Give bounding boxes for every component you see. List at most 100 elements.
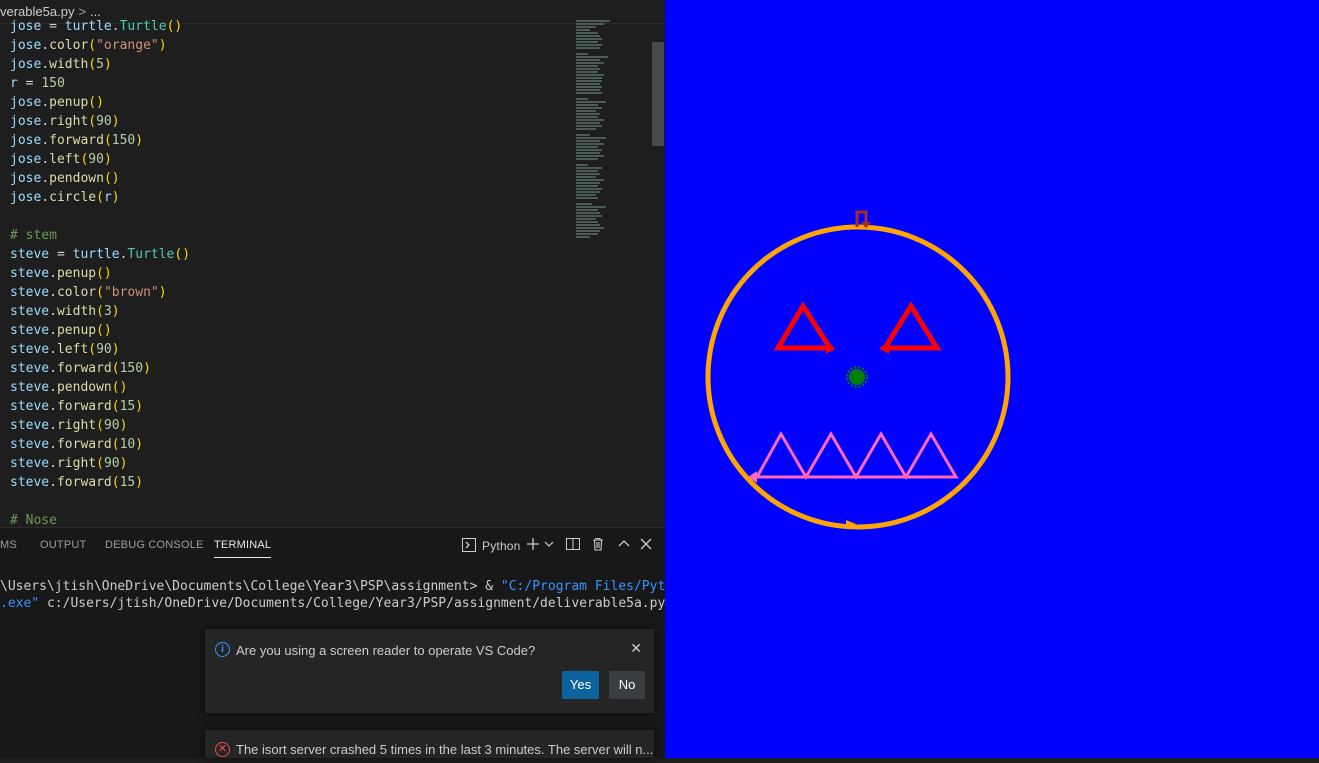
code-line[interactable]: steve.forward(150) [10, 359, 570, 378]
terminal-icon[interactable] [462, 538, 476, 552]
editor-scrollbar[interactable] [652, 42, 664, 146]
tab-terminal[interactable]: TERMINAL [214, 539, 272, 558]
minimap-line [576, 101, 606, 103]
code-token: . [41, 38, 50, 53]
terminal-text: c:/Users/jtish/OneDrive/Documents/Colleg… [39, 596, 665, 611]
code-line[interactable]: steve.right(90) [10, 454, 570, 473]
code-line[interactable] [10, 492, 570, 511]
maximize-icon[interactable] [618, 537, 630, 554]
code-token: . [41, 190, 50, 205]
minimap-line [576, 155, 604, 157]
code-token: () [166, 19, 183, 34]
tab-output[interactable]: OUTPUT [40, 539, 86, 551]
trash-icon[interactable] [591, 537, 605, 554]
code-line[interactable]: steve.forward(10) [10, 435, 570, 454]
code-line[interactable]: jose = turtle.Turtle() [10, 17, 570, 36]
code-token: ) [135, 475, 144, 490]
code-line[interactable]: jose.width(5) [10, 55, 570, 74]
minimap-line [576, 167, 602, 169]
code-token: 90 [103, 418, 120, 433]
minimap-line [576, 68, 600, 70]
yes-button[interactable]: Yes [562, 671, 599, 699]
code-line[interactable]: steve.color("brown") [10, 283, 570, 302]
minimap-line [576, 215, 602, 217]
code-token: # stem [10, 228, 57, 243]
code-line[interactable]: jose.color("orange") [10, 36, 570, 55]
code-token: ) [111, 114, 120, 129]
code-token: steve [10, 266, 50, 281]
code-line[interactable]: steve.forward(15) [10, 473, 570, 492]
code-token: width [56, 304, 97, 319]
close-icon[interactable]: ✕ [630, 640, 642, 657]
code-token: . [41, 171, 50, 186]
code-token: . [49, 456, 57, 471]
code-token: steve [10, 437, 50, 452]
code-token: . [49, 399, 57, 414]
code-token: 10 [119, 437, 136, 452]
plus-icon[interactable] [526, 537, 540, 554]
code-line[interactable]: # stem [10, 226, 570, 245]
code-token: forward [56, 437, 112, 452]
minimap-line [576, 152, 600, 154]
code-line[interactable]: jose.pendown() [10, 169, 570, 188]
code-token: ( [96, 304, 104, 319]
code-token: ) [103, 57, 112, 72]
code-token: "brown" [103, 285, 159, 300]
minimap-line [576, 107, 602, 109]
code-token: steve [10, 342, 50, 357]
terminal-line: \Users\jtish\OneDrive\Documents\College\… [0, 578, 665, 595]
minimap[interactable] [576, 20, 636, 238]
code-token: . [41, 152, 50, 167]
code-line[interactable]: steve.pendown() [10, 378, 570, 397]
code-line[interactable]: jose.forward(150) [10, 131, 570, 150]
code-token: () [88, 95, 104, 110]
code-line[interactable]: steve.penup() [10, 264, 570, 283]
tab-problems[interactable]: MS [0, 539, 17, 551]
code-line[interactable]: jose.circle(r) [10, 188, 570, 207]
info-icon: i [215, 642, 230, 657]
code-line[interactable]: steve.width(3) [10, 302, 570, 321]
minimap-line [576, 185, 598, 187]
code-token: circle [49, 190, 97, 205]
code-token: = [17, 76, 42, 91]
minimap-line [576, 203, 592, 205]
code-token: . [49, 266, 57, 281]
code-token: jose [10, 133, 42, 148]
code-line[interactable]: steve.left(90) [10, 340, 570, 359]
code-token: () [103, 171, 120, 186]
code-token: ) [103, 152, 112, 167]
code-line[interactable]: steve.penup() [10, 321, 570, 340]
code-token: jose [10, 152, 42, 167]
code-line[interactable]: jose.penup() [10, 93, 570, 112]
tab-debug-console[interactable]: DEBUG CONSOLE [105, 539, 204, 551]
code-token: () [96, 266, 112, 281]
split-icon[interactable] [566, 537, 580, 554]
close-icon[interactable] [640, 537, 652, 554]
code-token: . [49, 304, 57, 319]
code-token: . [49, 361, 57, 376]
no-button[interactable]: No [609, 671, 645, 699]
code-token: ) [135, 133, 144, 148]
code-line[interactable]: steve.right(90) [10, 416, 570, 435]
minimap-line [576, 149, 602, 151]
minimap-line [576, 35, 600, 37]
code-line[interactable]: jose.right(90) [10, 112, 570, 131]
terminal-output[interactable]: \Users\jtish\OneDrive\Documents\College\… [0, 578, 665, 612]
terminal-name[interactable]: Python [482, 539, 521, 553]
code-line[interactable]: steve.forward(15) [10, 397, 570, 416]
turtle-canvas [705, 210, 1011, 530]
minimap-line [576, 221, 598, 223]
code-token: r [103, 190, 112, 205]
code-editor[interactable]: jose = turtle.Turtle() jose.color("orange… [10, 17, 570, 530]
code-line[interactable]: jose.left(90) [10, 150, 570, 169]
code-line[interactable] [10, 207, 570, 226]
code-token: jose [10, 95, 42, 110]
code-token: jose [10, 19, 42, 34]
code-line[interactable]: r = 150 [10, 74, 570, 93]
code-token: steve [10, 380, 50, 395]
code-line[interactable]: steve = turtle.Turtle() [10, 245, 570, 264]
code-token: ( [88, 57, 97, 72]
minimap-line [576, 47, 600, 49]
code-token: 15 [119, 399, 136, 414]
chevron-down-icon[interactable] [544, 537, 554, 554]
